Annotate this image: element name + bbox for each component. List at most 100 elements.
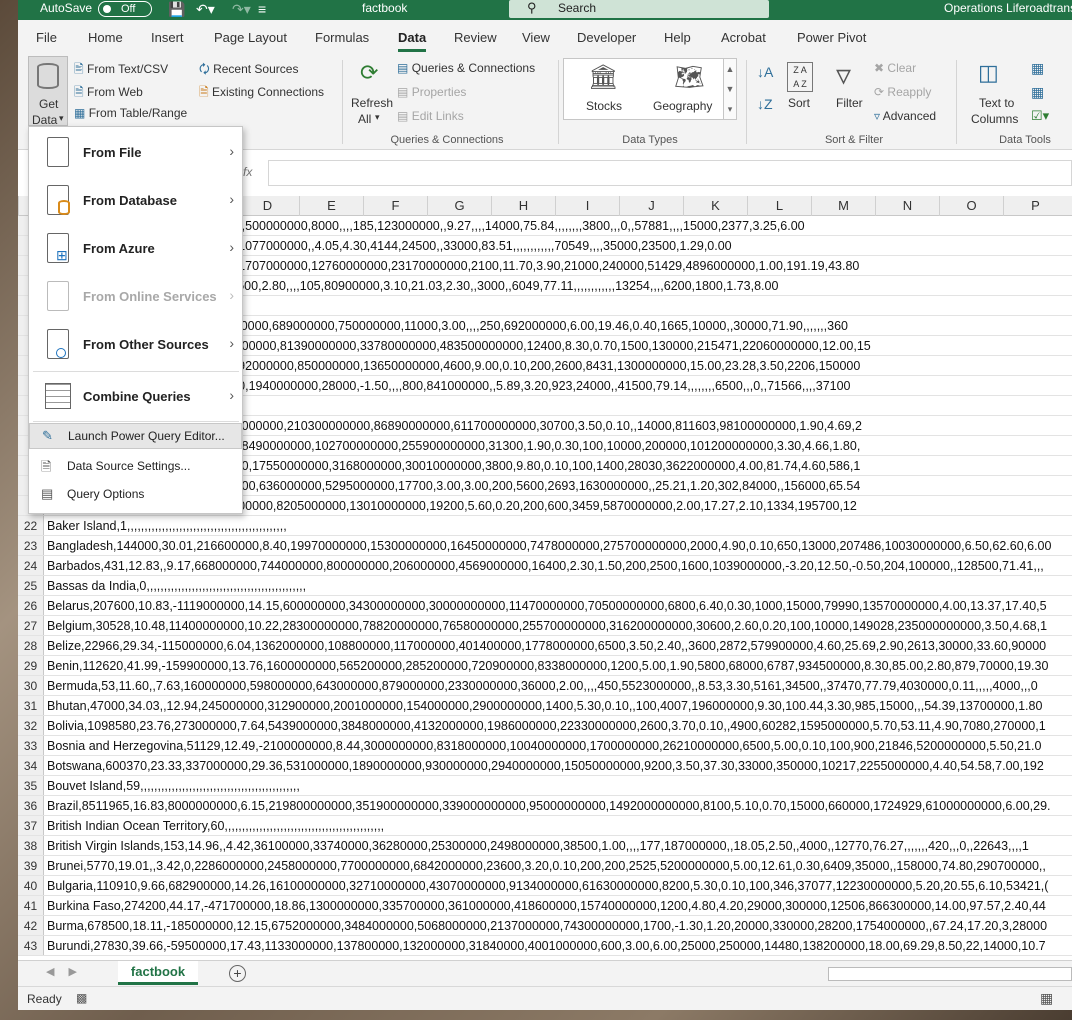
row-number[interactable]: 29 bbox=[18, 656, 44, 675]
cell-value[interactable]: Bulgaria,110910,9.66,682900000,14.26,161… bbox=[47, 876, 1048, 895]
menu-from-azure[interactable]: ⊞ From Azure › bbox=[29, 225, 242, 273]
advanced-button[interactable]: ▿ Advanced bbox=[874, 109, 936, 123]
fx-icon[interactable]: fx bbox=[243, 165, 252, 179]
add-sheet-button[interactable]: + bbox=[229, 965, 246, 982]
menu-from-database[interactable]: From Database › bbox=[29, 177, 242, 225]
tab-page-layout[interactable]: Page Layout bbox=[214, 30, 287, 45]
menu-data-source-settings[interactable]: 🗎 Data Source Settings... bbox=[29, 454, 242, 480]
cell-value[interactable]: Belgium,30528,10.48,11400000000,10.22,28… bbox=[47, 616, 1047, 635]
cell-value[interactable]: Bosnia and Herzegovina,51129,12.49,-2100… bbox=[47, 736, 1041, 755]
row-number[interactable]: 33 bbox=[18, 736, 44, 755]
sheet-tab-factbook[interactable]: factbook bbox=[118, 961, 198, 985]
cell-value[interactable]: Bhutan,47000,34.03,,12.94,245000000,3129… bbox=[47, 696, 1042, 715]
properties-button[interactable]: ▤ Properties bbox=[397, 85, 466, 99]
normal-view-icon[interactable]: ▦ bbox=[1040, 990, 1053, 1007]
formula-input[interactable] bbox=[268, 160, 1072, 186]
from-table-range-button[interactable]: ▦ From Table/Range bbox=[74, 106, 187, 120]
gallery-scroll[interactable]: ▲ ▼ ▾ bbox=[723, 58, 737, 120]
column-header[interactable]: I bbox=[555, 196, 619, 216]
column-header[interactable]: J bbox=[619, 196, 683, 216]
undo-icon[interactable]: ↶▾ bbox=[196, 0, 215, 18]
tab-review[interactable]: Review bbox=[454, 30, 497, 45]
tab-help[interactable]: Help bbox=[664, 30, 691, 45]
filter-button[interactable]: ▿ Filter bbox=[832, 59, 868, 124]
column-header[interactable]: N bbox=[875, 196, 939, 216]
cell-value[interactable]: Bermuda,53,11.60,,7.63,160000000,5980000… bbox=[47, 676, 1038, 695]
from-web-button[interactable]: 🗎 From Web bbox=[74, 83, 143, 104]
cell-value[interactable]: Barbados,431,12.83,,9.17,668000000,74400… bbox=[47, 556, 1044, 575]
cell-value[interactable]: Bassas da India,0,,,,,,,,,,,,,,,,,,,,,,,… bbox=[47, 576, 306, 595]
row-number[interactable]: 42 bbox=[18, 916, 44, 935]
text-to-columns-button[interactable]: ◫ Text to Columns bbox=[968, 60, 1024, 126]
column-header[interactable]: H bbox=[491, 196, 555, 216]
queries-connections-button[interactable]: ▤ Queries & Connections bbox=[397, 61, 535, 75]
horizontal-scrollbar[interactable] bbox=[828, 967, 1072, 981]
flash-fill-icon[interactable]: ▦ bbox=[1031, 60, 1044, 77]
sort-ascending-icon[interactable]: ↓A bbox=[757, 64, 773, 80]
from-text-csv-button[interactable]: 🖹 From Text/CSV bbox=[74, 60, 168, 81]
cell-value[interactable]: Benin,112620,41.99,-159900000,13.76,1600… bbox=[47, 656, 1048, 675]
column-header[interactable]: P bbox=[1003, 196, 1067, 216]
column-header[interactable]: O bbox=[939, 196, 1003, 216]
cell-value[interactable]: Bouvet Island,59,,,,,,,,,,,,,,,,,,,,,,,,… bbox=[47, 776, 300, 795]
tab-power-pivot[interactable]: Power Pivot bbox=[797, 30, 866, 45]
customize-toolbar-icon[interactable]: ≡ bbox=[258, 0, 266, 18]
clear-button[interactable]: ✖ Clear bbox=[874, 61, 916, 75]
row-number[interactable]: 23 bbox=[18, 536, 44, 555]
tab-data[interactable]: Data bbox=[398, 30, 427, 52]
menu-query-options[interactable]: ▤ Query Options bbox=[29, 482, 242, 508]
cell-value[interactable]: Burundi,27830,39.66,-59500000,17.43,1133… bbox=[47, 936, 1046, 955]
row-number[interactable]: 37 bbox=[18, 816, 44, 835]
tab-developer[interactable]: Developer bbox=[577, 30, 636, 45]
column-header[interactable]: K bbox=[683, 196, 747, 216]
stocks-button[interactable]: 🏛 Stocks bbox=[564, 59, 644, 119]
cell-value[interactable]: British Indian Ocean Territory,60,,,,,,,… bbox=[47, 816, 384, 835]
row-number[interactable]: 40 bbox=[18, 876, 44, 895]
cell-value[interactable]: Belarus,207600,10.83,-1119000000,14.15,6… bbox=[47, 596, 1047, 615]
get-data-button[interactable]: Get Data ▾ bbox=[28, 56, 68, 127]
account-name[interactable]: Operations Liferoadtrans bbox=[944, 1, 1072, 15]
menu-launch-power-query[interactable]: ✎ Launch Power Query Editor... bbox=[29, 423, 242, 449]
column-header[interactable]: E bbox=[299, 196, 363, 216]
cell-value[interactable]: Bangladesh,144000,30.01,216600000,8.40,1… bbox=[47, 536, 1051, 555]
save-icon[interactable]: 💾 bbox=[168, 0, 185, 18]
menu-from-file[interactable]: From File › bbox=[29, 129, 242, 177]
tab-formulas[interactable]: Formulas bbox=[315, 30, 369, 45]
row-number[interactable]: 26 bbox=[18, 596, 44, 615]
row-number[interactable]: 36 bbox=[18, 796, 44, 815]
cell-value[interactable]: Belize,22966,29.34,-115000000,6.04,13620… bbox=[47, 636, 1046, 655]
row-number[interactable]: 27 bbox=[18, 616, 44, 635]
column-header[interactable]: G bbox=[427, 196, 491, 216]
cell-value[interactable]: Baker Island,1,,,,,,,,,,,,,,,,,,,,,,,,,,… bbox=[47, 516, 287, 535]
redo-icon[interactable]: ↷▾ bbox=[232, 0, 251, 18]
cell-value[interactable]: Burkina Faso,274200,44.17,-471700000,18.… bbox=[47, 896, 1046, 915]
tab-home[interactable]: Home bbox=[88, 30, 123, 45]
existing-connections-button[interactable]: 🗎 Existing Connections bbox=[199, 83, 324, 104]
row-number[interactable]: 25 bbox=[18, 576, 44, 595]
menu-from-other-sources[interactable]: From Other Sources › bbox=[29, 321, 242, 369]
sort-descending-icon[interactable]: ↓Z bbox=[757, 96, 773, 112]
macro-record-icon[interactable]: ▩ bbox=[76, 991, 87, 1005]
row-number[interactable]: 24 bbox=[18, 556, 44, 575]
row-number[interactable]: 39 bbox=[18, 856, 44, 875]
row-number[interactable]: 30 bbox=[18, 676, 44, 695]
column-header[interactable]: F bbox=[363, 196, 427, 216]
column-header[interactable]: D bbox=[235, 196, 299, 216]
tab-view[interactable]: View bbox=[522, 30, 550, 45]
row-number[interactable]: 31 bbox=[18, 696, 44, 715]
cell-value[interactable]: Brunei,5770,19.01,,3.42,0,2286000000,245… bbox=[47, 856, 1046, 875]
remove-duplicates-icon[interactable]: ▦ bbox=[1031, 84, 1044, 101]
geography-button[interactable]: 🗺 Geography bbox=[644, 59, 734, 119]
cell-value[interactable]: Burma,678500,18.11,-185000000,12.15,6752… bbox=[47, 916, 1047, 935]
row-number[interactable]: 32 bbox=[18, 716, 44, 735]
row-number[interactable]: 38 bbox=[18, 836, 44, 855]
column-header[interactable]: L bbox=[747, 196, 811, 216]
search-box[interactable]: ⚲ Search bbox=[509, 0, 769, 18]
data-validation-icon[interactable]: ☑▾ bbox=[1031, 108, 1049, 124]
cell-value[interactable]: British Virgin Islands,153,14.96,,4.42,3… bbox=[47, 836, 1029, 855]
refresh-all-button[interactable]: ⟳ Refresh All ▾ bbox=[348, 56, 393, 126]
reapply-button[interactable]: ⟳ Reapply bbox=[874, 85, 931, 99]
menu-from-online-services[interactable]: From Online Services › bbox=[29, 273, 242, 321]
row-number[interactable]: 34 bbox=[18, 756, 44, 775]
row-number[interactable]: 22 bbox=[18, 516, 44, 535]
